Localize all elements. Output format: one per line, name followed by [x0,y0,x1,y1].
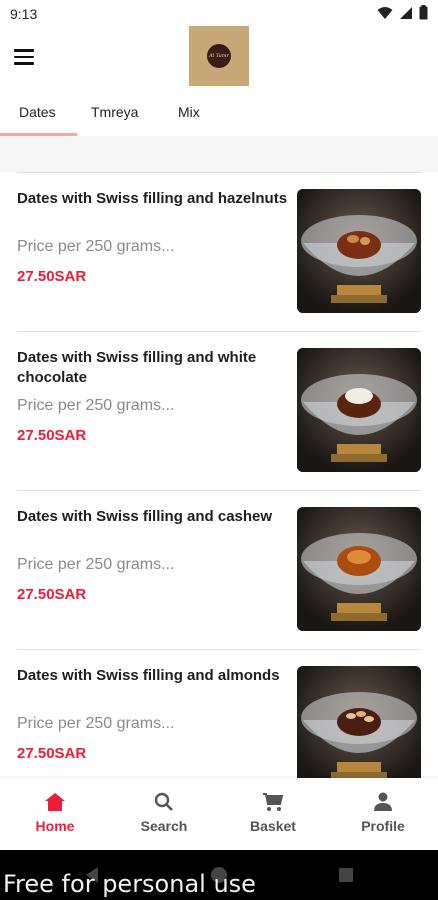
divider [17,649,421,650]
product-image[interactable] [297,666,421,778]
product-item[interactable]: Dates with Swiss filling and hazelnuts P… [0,172,438,331]
bottom-navigation: Home Search Basket Profile [0,778,438,850]
nav-profile[interactable]: Profile [328,792,438,834]
status-time: 9:13 [10,6,38,22]
product-description: Price per 250 grams... [17,715,175,732]
tab-mix[interactable]: Mix [178,104,200,120]
category-tabs: Dates Tmreya Mix [0,92,438,136]
nav-home[interactable]: Home [0,792,110,834]
product-title: Dates with Swiss filling and cashew [17,508,273,525]
product-price: 27.50SAR [17,586,87,603]
product-price: 27.50SAR [17,268,87,285]
product-title: Dates with Swiss filling and white choco… [17,349,257,386]
nav-profile-label: Profile [361,818,405,834]
nav-basket[interactable]: Basket [218,792,328,834]
divider [17,331,421,332]
product-list-card: Dates with Swiss filling and hazelnuts P… [0,172,438,778]
product-price: 27.50SAR [17,745,87,762]
search-icon [154,792,173,811]
menu-icon[interactable] [14,44,40,70]
logo-text: Al Tamr [209,53,229,59]
tab-dates[interactable]: Dates [19,104,56,120]
brand-logo: Al Tamr [189,26,249,86]
product-title: Dates with Swiss filling and almonds [17,667,280,684]
product-description: Price per 250 grams... [17,556,175,573]
nav-search-label: Search [140,818,188,834]
product-price: 27.50SAR [17,427,87,444]
product-list: Dates with Swiss filling and hazelnuts P… [0,136,438,778]
product-image[interactable] [297,348,421,472]
battery-icon [419,5,428,20]
product-description: Price per 250 grams... [17,238,175,255]
signal-icon [400,6,412,19]
home-icon [45,793,65,811]
product-item[interactable]: Dates with Swiss filling and white choco… [0,331,438,490]
app-bar: Al Tamr [0,26,438,88]
wifi-icon [377,6,393,19]
nav-search[interactable]: Search [109,792,219,834]
product-title: Dates with Swiss filling and hazelnuts [17,190,288,207]
cart-icon [263,793,284,811]
watermark-text: Free for personal use [3,870,256,898]
tab-tmreya[interactable]: Tmreya [91,104,138,120]
status-icons [377,5,428,20]
divider [17,172,421,173]
product-image[interactable] [297,507,421,631]
product-item[interactable]: Dates with Swiss filling and almonds Pri… [0,649,438,778]
divider [17,490,421,491]
recents-icon[interactable] [338,867,354,883]
product-item[interactable]: Dates with Swiss filling and cashew Pric… [0,490,438,649]
product-description: Price per 250 grams... [17,397,175,414]
product-image[interactable] [297,189,421,313]
nav-home-label: Home [35,818,75,834]
status-bar: 9:13 [0,0,438,28]
person-icon [374,792,392,811]
nav-basket-label: Basket [250,818,296,834]
logo-mark: Al Tamr [207,44,231,68]
